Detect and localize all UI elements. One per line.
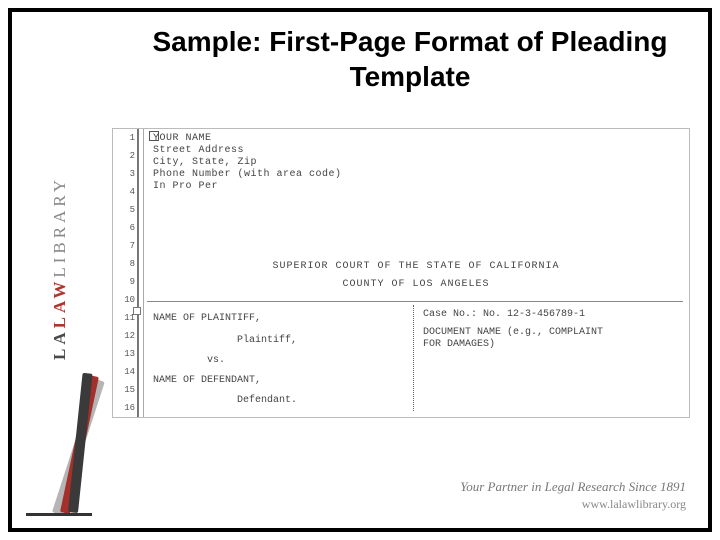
line-number-gutter: 1 2 3 4 5 6 7 8 9 10 11 12 13 14 15 16 — [113, 129, 139, 417]
doc-name-l2: FOR DAMAGES) — [423, 339, 495, 350]
defendant-role: Defendant. — [237, 395, 297, 406]
vs-label: vs. — [207, 355, 225, 366]
line-num: 4 — [113, 187, 135, 197]
caption-vertical-dotted-divider — [413, 305, 414, 411]
line-num: 10 — [113, 295, 135, 305]
defendant-name: NAME OF DEFENDANT, — [153, 375, 261, 386]
slide-title: Sample: First-Page Format of Pleading Te… — [132, 24, 688, 94]
line-num: 15 — [113, 385, 135, 395]
plaintiff-name: NAME OF PLAINTIFF, — [153, 313, 261, 324]
logo-stripe-black — [68, 373, 93, 513]
party-city-state: City, State, Zip — [153, 157, 257, 168]
slide-frame: Sample: First-Page Format of Pleading Te… — [8, 8, 712, 532]
footer-tagline: Your Partner in Legal Research Since 189… — [460, 479, 686, 495]
line-num: 5 — [113, 205, 135, 215]
logo-underline — [26, 513, 92, 516]
line-num: 16 — [113, 403, 135, 413]
line-num: 12 — [113, 331, 135, 341]
court-name-line1: SUPERIOR COURT OF THE STATE OF CALIFORNI… — [147, 261, 685, 272]
line-num: 8 — [113, 259, 135, 269]
line-num: 1 — [113, 133, 135, 143]
party-phone: Phone Number (with area code) — [153, 169, 342, 180]
line-num: 9 — [113, 277, 135, 287]
pro-per-line: In Pro Per — [153, 181, 218, 192]
party-street: Street Address — [153, 145, 244, 156]
line-num: 11 — [113, 313, 135, 323]
case-number: Case No.: No. 12-3-456789-1 — [423, 309, 585, 320]
brand-law: LAW — [50, 278, 69, 329]
pleading-template-screenshot: 1 2 3 4 5 6 7 8 9 10 11 12 13 14 15 16 Y… — [112, 128, 690, 418]
slide-footer: Your Partner in Legal Research Since 189… — [460, 479, 686, 512]
brand-library: LIBRARY — [50, 176, 69, 278]
selection-handle — [133, 307, 141, 315]
brand-la: LA — [50, 328, 69, 360]
party-name: YOUR NAME — [153, 133, 212, 144]
line-num: 6 — [113, 223, 135, 233]
footer-url: www.lalawlibrary.org — [460, 497, 686, 512]
line-num: 3 — [113, 169, 135, 179]
brand-logo-icon — [30, 372, 90, 522]
pleading-body: YOUR NAME Street Address City, State, Zi… — [147, 129, 685, 417]
line-num: 7 — [113, 241, 135, 251]
line-num: 13 — [113, 349, 135, 359]
plaintiff-role: Plaintiff, — [237, 335, 297, 346]
doc-name-l1: DOCUMENT NAME (e.g., COMPLAINT — [423, 327, 603, 338]
line-num: 14 — [113, 367, 135, 377]
double-rule — [143, 129, 144, 417]
line-num: 2 — [113, 151, 135, 161]
caption-horizontal-divider — [147, 301, 683, 302]
court-name-line2: COUNTY OF LOS ANGELES — [147, 279, 685, 290]
brand-wordmark-vertical: LALAWLIBRARY — [50, 140, 70, 360]
